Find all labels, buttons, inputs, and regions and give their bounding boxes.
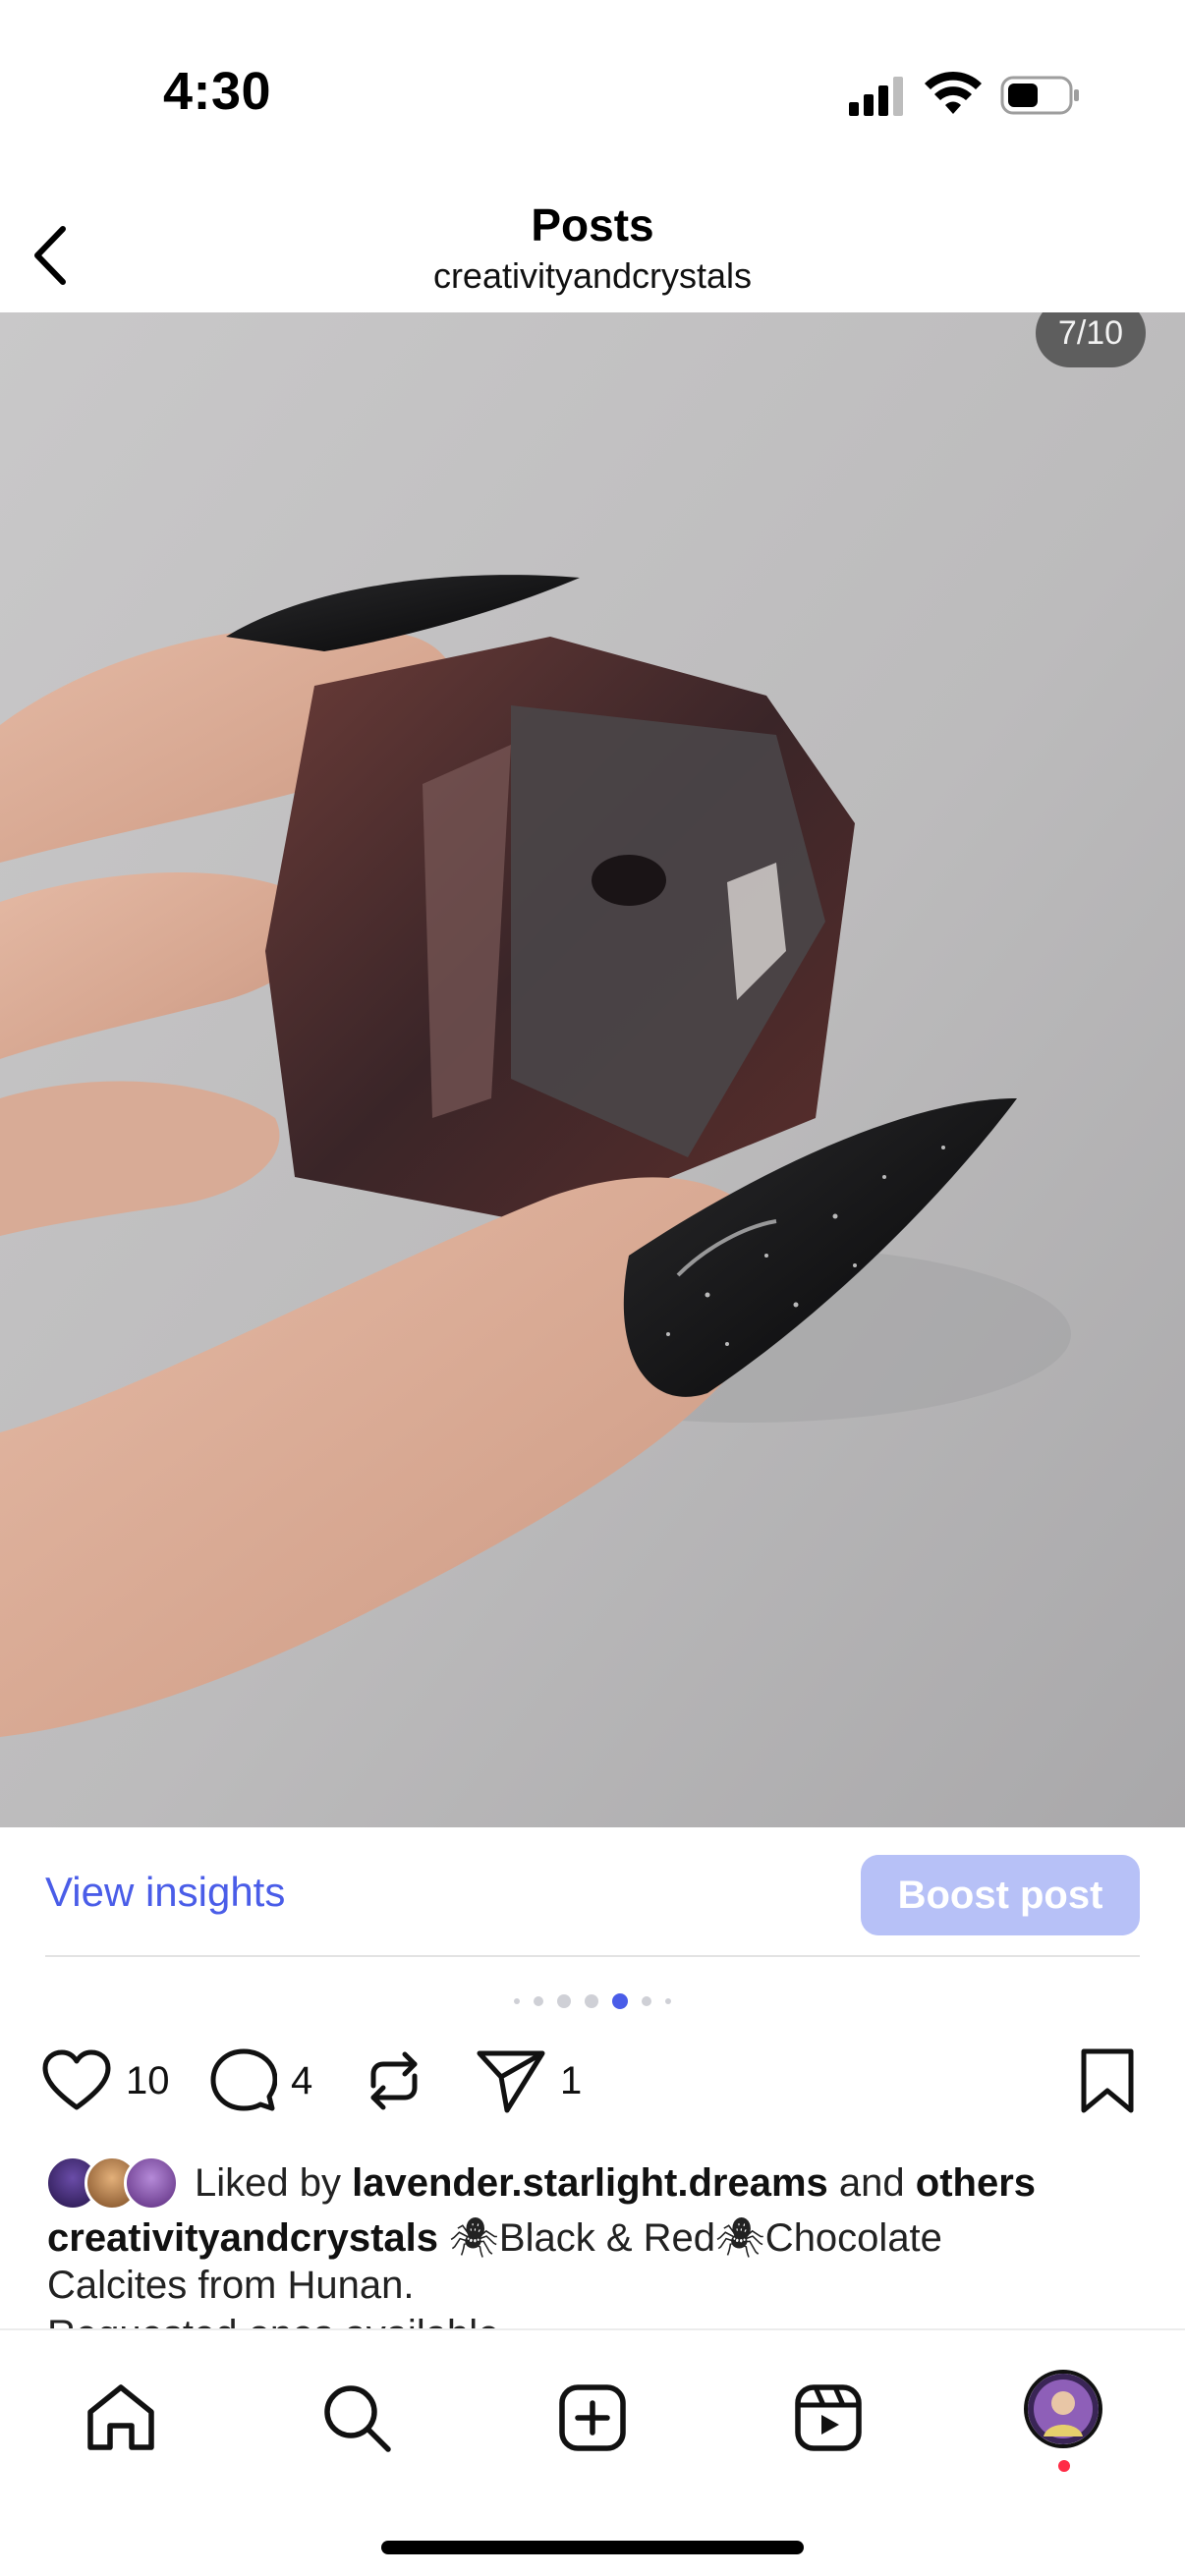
home-indicator[interactable] [381, 2541, 804, 2554]
share-button[interactable]: 1 [476, 2042, 582, 2120]
bookmark-icon [1081, 2048, 1134, 2113]
create-icon [559, 2384, 626, 2451]
cellular-signal-icon [849, 77, 903, 116]
tab-search[interactable] [312, 2374, 401, 2462]
like-button[interactable]: 10 [41, 2042, 170, 2120]
comments-count: 4 [291, 2058, 313, 2102]
insights-row: View insights Boost post [0, 1827, 1185, 1957]
divider [45, 1955, 1140, 1957]
carousel-dot [585, 1994, 598, 2008]
boost-post-button[interactable]: Boost post [861, 1855, 1140, 1935]
crystal-photo-illustration [0, 312, 1185, 1827]
post-caption[interactable]: creativityandcrystals 🕷Black & Red🕷Choco… [47, 2214, 1138, 2309]
carousel-dot [642, 1996, 651, 2006]
save-button[interactable] [1079, 2042, 1136, 2120]
tab-bar [0, 2328, 1185, 2576]
liked-by-row[interactable]: Liked by lavender.starlight.dreams and o… [45, 2154, 1036, 2212]
comment-button[interactable]: 4 [210, 2042, 312, 2120]
caption-username[interactable]: creativityandcrystals [47, 2216, 438, 2260]
heart-icon [42, 2049, 111, 2110]
wifi-icon [925, 71, 982, 114]
shares-count: 1 [560, 2058, 583, 2102]
likes-count: 10 [126, 2058, 170, 2102]
action-bar: 10 4 1 [0, 2042, 1185, 2120]
liked-by-prefix: Liked by [195, 2160, 341, 2205]
carousel-dot [665, 1998, 671, 2004]
home-icon [87, 2384, 154, 2450]
tab-reels[interactable] [784, 2374, 873, 2462]
carousel-indicator [0, 1990, 1185, 2012]
liked-by-username[interactable]: lavender.starlight.dreams [352, 2161, 828, 2206]
reels-icon [795, 2384, 862, 2451]
liker-avatars [45, 2156, 181, 2211]
tab-home[interactable] [77, 2374, 165, 2462]
view-insights-link[interactable]: View insights [45, 1869, 285, 1916]
liked-by-others[interactable]: others [916, 2161, 1036, 2206]
repost-button[interactable] [360, 2042, 428, 2120]
status-bar: 4:30 [0, 0, 1185, 177]
tab-profile[interactable] [1024, 2370, 1102, 2448]
profile-avatar [1028, 2374, 1099, 2444]
page-title: Posts [531, 199, 654, 251]
carousel-dot-active [612, 1993, 628, 2009]
header: Posts creativityandcrystals [0, 177, 1185, 312]
caption-line-2: Calcites from Hunan. [47, 2264, 415, 2307]
send-icon [477, 2050, 545, 2113]
caption-overflow: Requested ones available [47, 2311, 1138, 2330]
status-time: 4:30 [163, 62, 272, 121]
account-username[interactable]: creativityandcrystals [0, 255, 1185, 297]
caption-line-1: 🕷Black & Red🕷Chocolate [449, 2216, 942, 2260]
search-icon [324, 2385, 391, 2452]
carousel-dot [514, 1998, 520, 2004]
photo-counter-badge: 7/10 [1036, 312, 1146, 367]
comment-icon [210, 2048, 277, 2111]
repost-icon [370, 2051, 418, 2110]
avatar [124, 2156, 179, 2211]
carousel-dot [534, 1996, 543, 2006]
liked-by-and: and [838, 2160, 905, 2205]
battery-icon [1000, 76, 1079, 115]
post-photo[interactable]: 7/10 [0, 312, 1185, 1827]
tab-create[interactable] [548, 2374, 637, 2462]
carousel-dot [557, 1994, 571, 2008]
notification-dot [1058, 2460, 1070, 2472]
